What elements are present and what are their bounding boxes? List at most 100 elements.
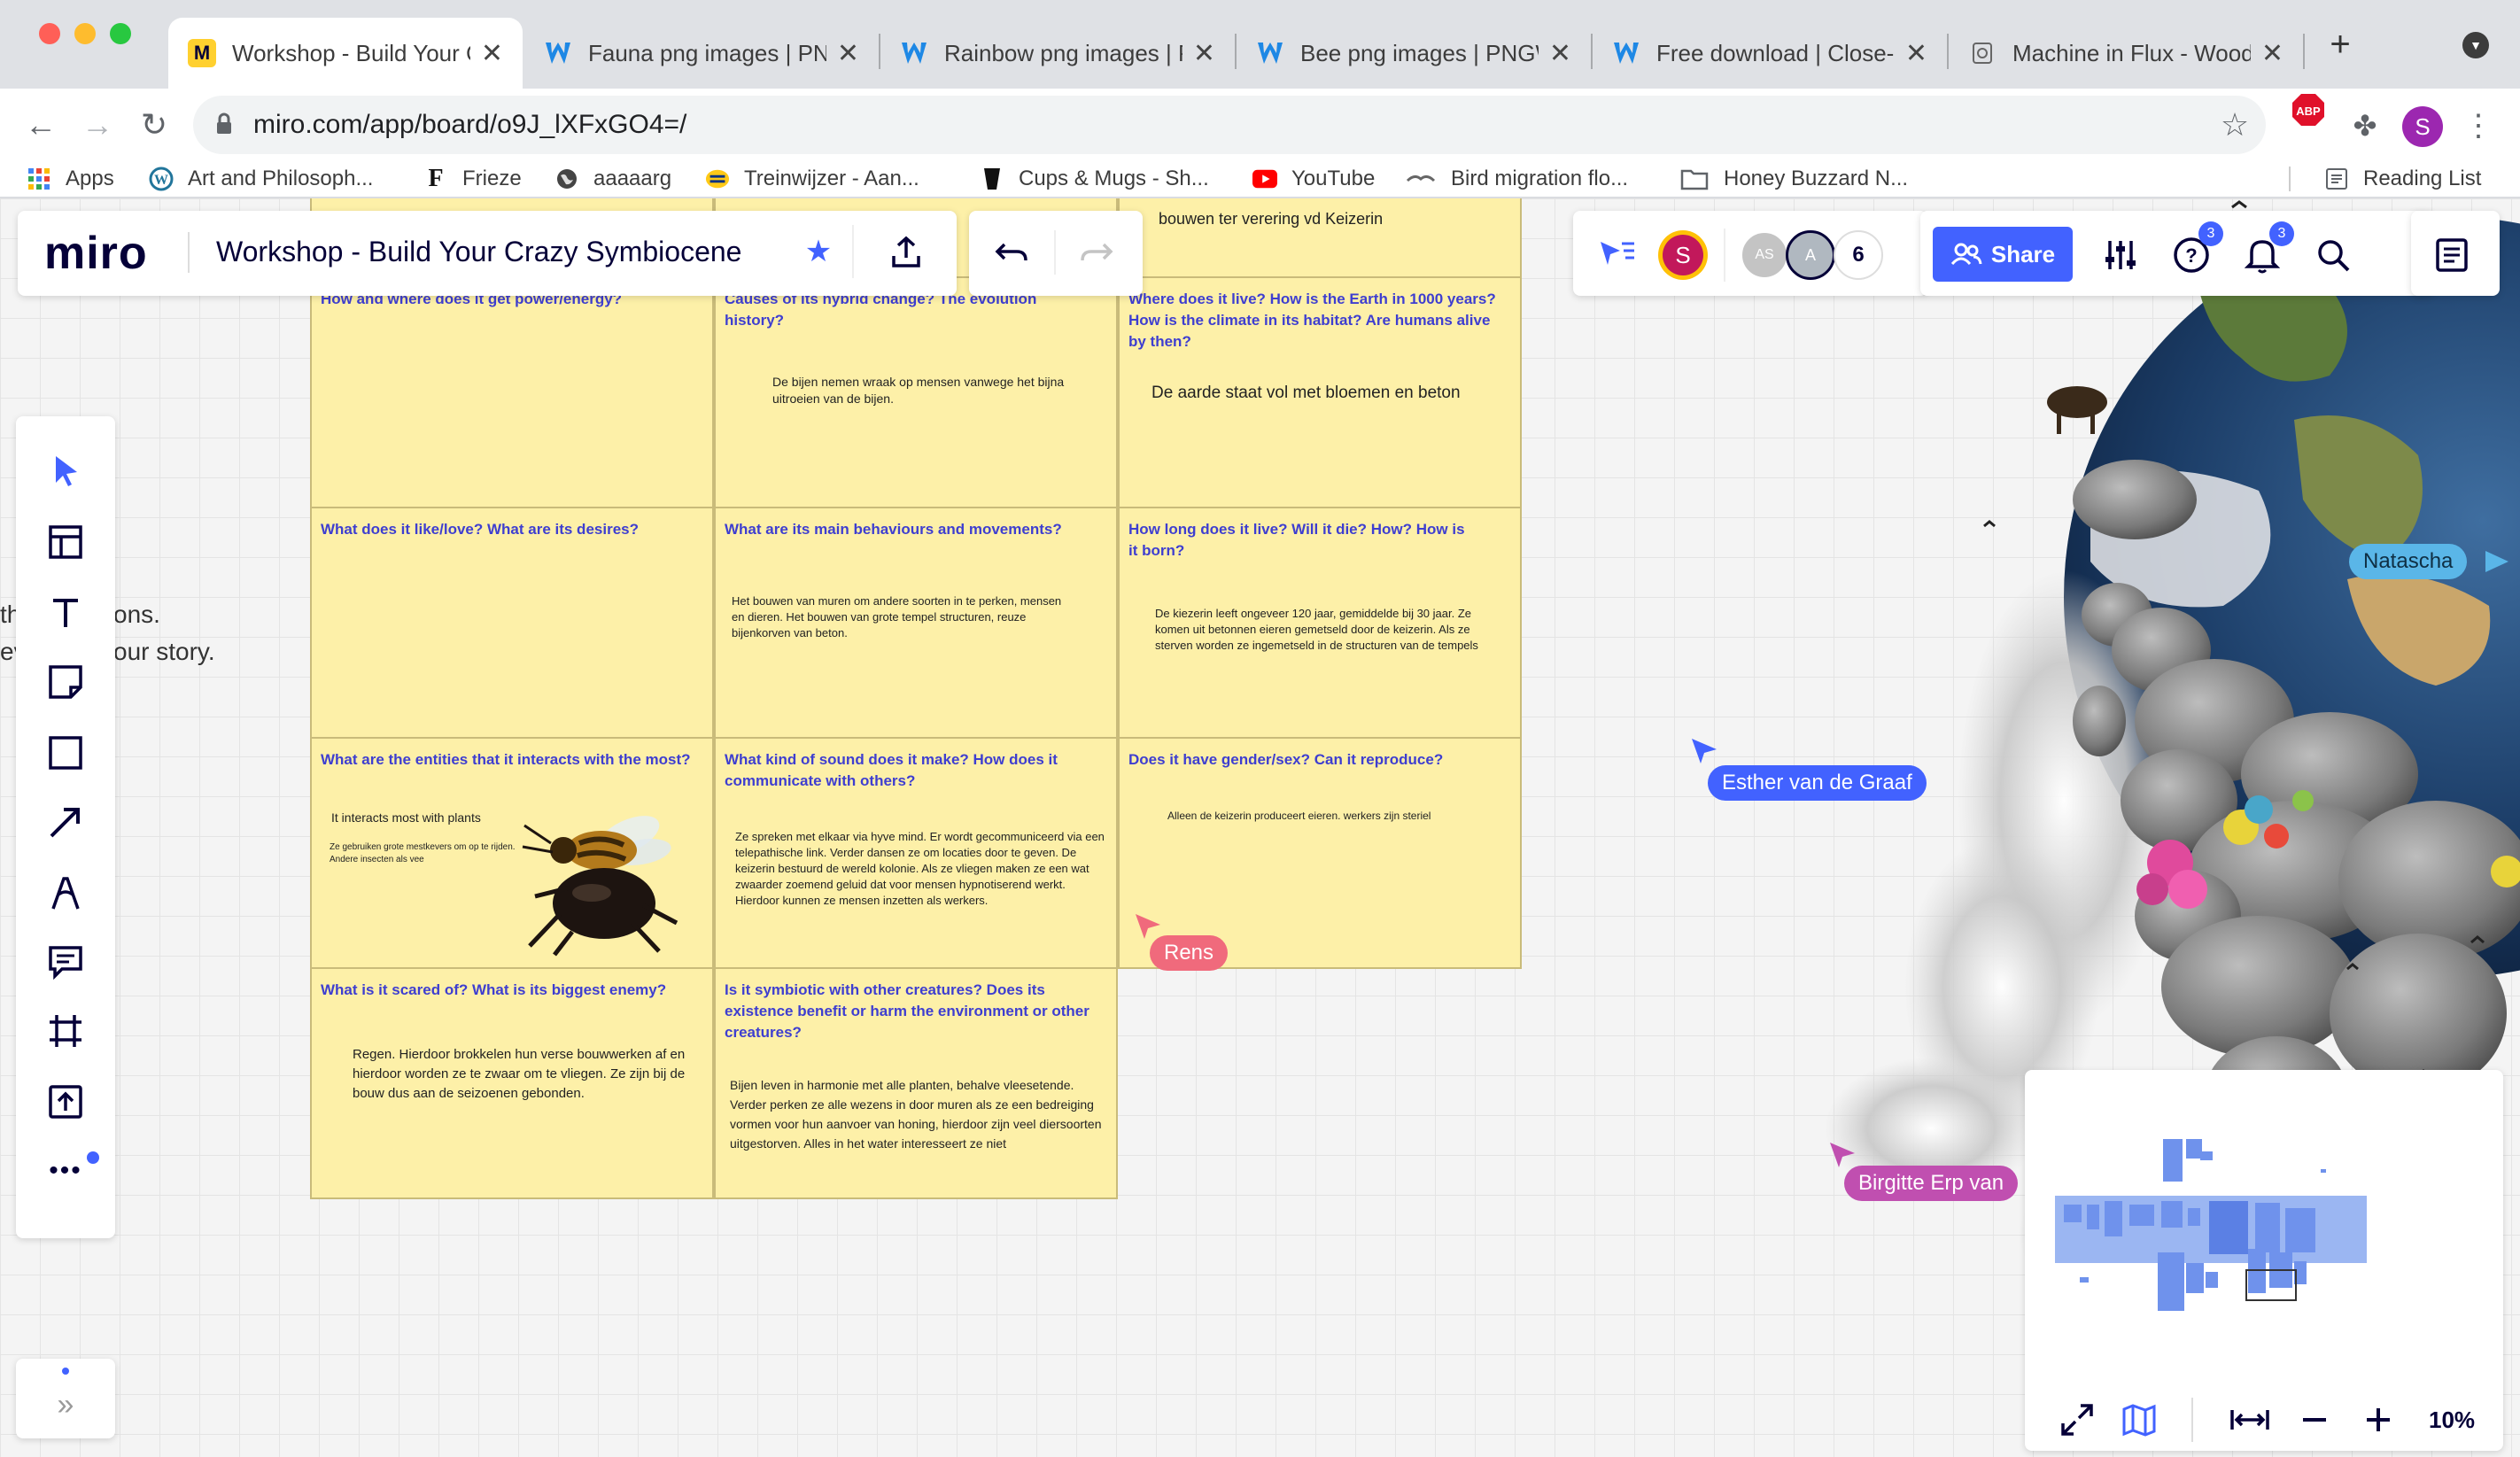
zoom-window-button[interactable] <box>110 23 131 44</box>
reading-list-icon <box>2324 167 2349 191</box>
user-avatar[interactable]: S <box>1658 230 1708 280</box>
close-tab-icon[interactable]: ✕ <box>481 38 503 69</box>
undo-icon[interactable] <box>987 232 1036 276</box>
grid-cell-sound[interactable]: What kind of sound does it make? How doe… <box>714 737 1118 969</box>
bookmark-aaaaarg[interactable]: aaaaarg <box>554 161 671 197</box>
apps-grid-icon <box>27 167 51 191</box>
forward-button[interactable]: → <box>73 89 122 161</box>
tab-rainbow[interactable]: Rainbow png images | P ✕ <box>880 18 1235 89</box>
grid-cell-symbiotic[interactable]: Is it symbiotic with other creatures? Do… <box>714 967 1118 1199</box>
close-tab-icon[interactable]: ✕ <box>837 38 859 69</box>
close-window-button[interactable] <box>39 23 60 44</box>
frame-icon[interactable] <box>44 1010 87 1052</box>
sticky-note-icon[interactable] <box>44 661 87 703</box>
folder-icon <box>1679 167 1710 191</box>
zoom-in-icon[interactable] <box>2358 1399 2399 1440</box>
zoom-level[interactable]: 10% <box>2429 1407 2475 1434</box>
grid-cell-entities[interactable]: What are the entities that it interacts … <box>310 737 714 969</box>
search-icon[interactable] <box>2310 232 2356 278</box>
arrow-left-icon: ← <box>25 106 57 143</box>
bookmark-honey-buzzard[interactable]: Honey Buzzard N... <box>1679 161 1908 197</box>
board-title[interactable]: Workshop - Build Your Crazy Symbiocene <box>216 236 741 268</box>
header-divider <box>1724 229 1725 282</box>
collaborator-avatar[interactable]: AS <box>1740 230 1789 280</box>
lock-icon[interactable] <box>211 108 237 140</box>
url-text[interactable]: miro.com/app/board/o9J_lXFxGO4=/ <box>253 105 686 145</box>
menu-kebab-icon[interactable]: ⋮ <box>2461 106 2496 145</box>
export-upload-icon[interactable] <box>884 230 928 275</box>
grid-cell-desires[interactable]: What does it like/love? What are its des… <box>310 507 714 739</box>
cell-question: Is it symbiotic with other creatures? Do… <box>725 981 1089 1041</box>
tab-title: Bee png images | PNGW <box>1300 39 1539 66</box>
more-tools-icon[interactable]: ••• <box>44 1150 87 1192</box>
pngwing-icon <box>1256 39 1284 67</box>
zoom-out-icon[interactable] <box>2294 1399 2335 1440</box>
cursor-attention-icon[interactable] <box>1594 232 1639 276</box>
connector-arrow-icon[interactable] <box>44 801 87 843</box>
grid-cell-lifespan[interactable]: How long does it live? Will it die? How?… <box>1118 507 1522 739</box>
select-cursor-icon[interactable] <box>44 450 87 492</box>
redo-icon[interactable] <box>1072 232 1121 276</box>
reading-list-button[interactable]: Reading List <box>2324 161 2481 197</box>
bookmark-apps[interactable]: Apps <box>27 161 114 197</box>
fit-to-screen-icon[interactable] <box>2227 1399 2273 1440</box>
board-canvas[interactable]: th ons. ev our story. een betonmolen. bo… <box>0 198 2520 1457</box>
grid-cell-behaviours[interactable]: What are its main behaviours and movemen… <box>714 507 1118 739</box>
tab-title: Rainbow png images | P <box>944 39 1182 66</box>
grid-cell-enemy[interactable]: What is it scared of? What is its bigges… <box>310 967 714 1199</box>
grid-cell-energy[interactable]: How and where does it get power/energy? <box>310 276 714 508</box>
tab-machine-in-flux[interactable]: Machine in Flux - Wood ✕ <box>1949 18 2303 89</box>
bookmark-frieze[interactable]: F Frieze <box>423 161 522 197</box>
side-text-line1-right: ons. <box>113 601 160 628</box>
new-tab-button[interactable]: + <box>2319 23 2361 66</box>
cell-answer-note: Ze gebruiken grote mestkevers om op te r… <box>330 842 516 864</box>
close-tab-icon[interactable]: ✕ <box>1905 38 1927 69</box>
tab-bee[interactable]: Bee png images | PNGW ✕ <box>1237 18 1591 89</box>
tab-fauna[interactable]: Fauna png images | PNG ✕ <box>524 18 879 89</box>
tab-free-download[interactable]: Free download | Close-u ✕ <box>1593 18 1947 89</box>
minimap-view[interactable] <box>2037 1084 2489 1368</box>
minimize-window-button[interactable] <box>74 23 96 44</box>
tab-title: Fauna png images | PNG <box>588 39 826 66</box>
shape-rectangle-icon[interactable] <box>44 732 87 774</box>
bookmark-treinwijzer[interactable]: Treinwijzer - Aan... <box>705 161 919 197</box>
close-tab-icon[interactable]: ✕ <box>2261 38 2284 69</box>
collaborator-avatar[interactable]: A <box>1786 230 1835 280</box>
header-divider <box>188 232 190 273</box>
fullscreen-icon[interactable] <box>2057 1399 2097 1440</box>
star-icon[interactable]: ★ <box>801 234 836 269</box>
bookmark-art-and-philosophy[interactable]: W Art and Philosoph... <box>149 161 373 197</box>
share-button[interactable]: Share <box>1933 227 2073 282</box>
notes-list-icon[interactable] <box>2429 232 2475 278</box>
settings-sliders-icon[interactable] <box>2097 232 2144 278</box>
grid-cell-evolution[interactable]: Causes of its hybrid change? The evoluti… <box>714 276 1118 508</box>
grid-cell-habitat[interactable]: Where does it live? How is the Earth in … <box>1118 276 1522 508</box>
expand-panel-icon[interactable]: » <box>44 1385 87 1424</box>
upload-icon[interactable] <box>44 1081 87 1123</box>
comment-icon[interactable] <box>44 941 87 983</box>
bookmark-youtube[interactable]: YouTube <box>1252 161 1375 197</box>
extensions-icon[interactable]: ✤ <box>2346 106 2384 145</box>
tab-search-button[interactable]: ▼ <box>2462 32 2489 58</box>
profile-avatar[interactable]: S <box>2402 106 2443 147</box>
bookmark-label: Cups & Mugs - Sh... <box>1019 167 1209 190</box>
adblock-icon[interactable]: ABP <box>2291 92 2326 128</box>
text-tool-icon[interactable] <box>44 592 87 634</box>
close-tab-icon[interactable]: ✕ <box>1549 38 1571 69</box>
pen-icon[interactable] <box>44 872 87 914</box>
grid-cell-top-right[interactable]: bouwen ter verering vd Keizerin <box>1118 198 1522 278</box>
collaborator-count[interactable]: 6 <box>1834 230 1883 280</box>
miro-logo[interactable]: miro <box>44 227 148 280</box>
people-icon <box>1950 243 1982 266</box>
templates-icon[interactable] <box>44 521 87 563</box>
reload-button[interactable]: ↻ <box>129 89 179 161</box>
close-tab-icon[interactable]: ✕ <box>1193 38 1215 69</box>
tab-workshop[interactable]: M Workshop - Build Your C ✕ <box>168 18 523 89</box>
bookmark-bird-migration[interactable]: Bird migration flo... <box>1405 161 1628 197</box>
bookmark-cups-mugs[interactable]: Cups & Mugs - Sh... <box>980 161 1209 197</box>
grid-cell-gender[interactable]: Does it have gender/sex? Can it reproduc… <box>1118 737 1522 969</box>
bookmark-star-icon[interactable]: ☆ <box>2214 105 2255 145</box>
map-icon[interactable] <box>2119 1399 2159 1440</box>
bookmark-label: Frieze <box>462 167 522 190</box>
back-button[interactable]: ← <box>16 89 66 161</box>
